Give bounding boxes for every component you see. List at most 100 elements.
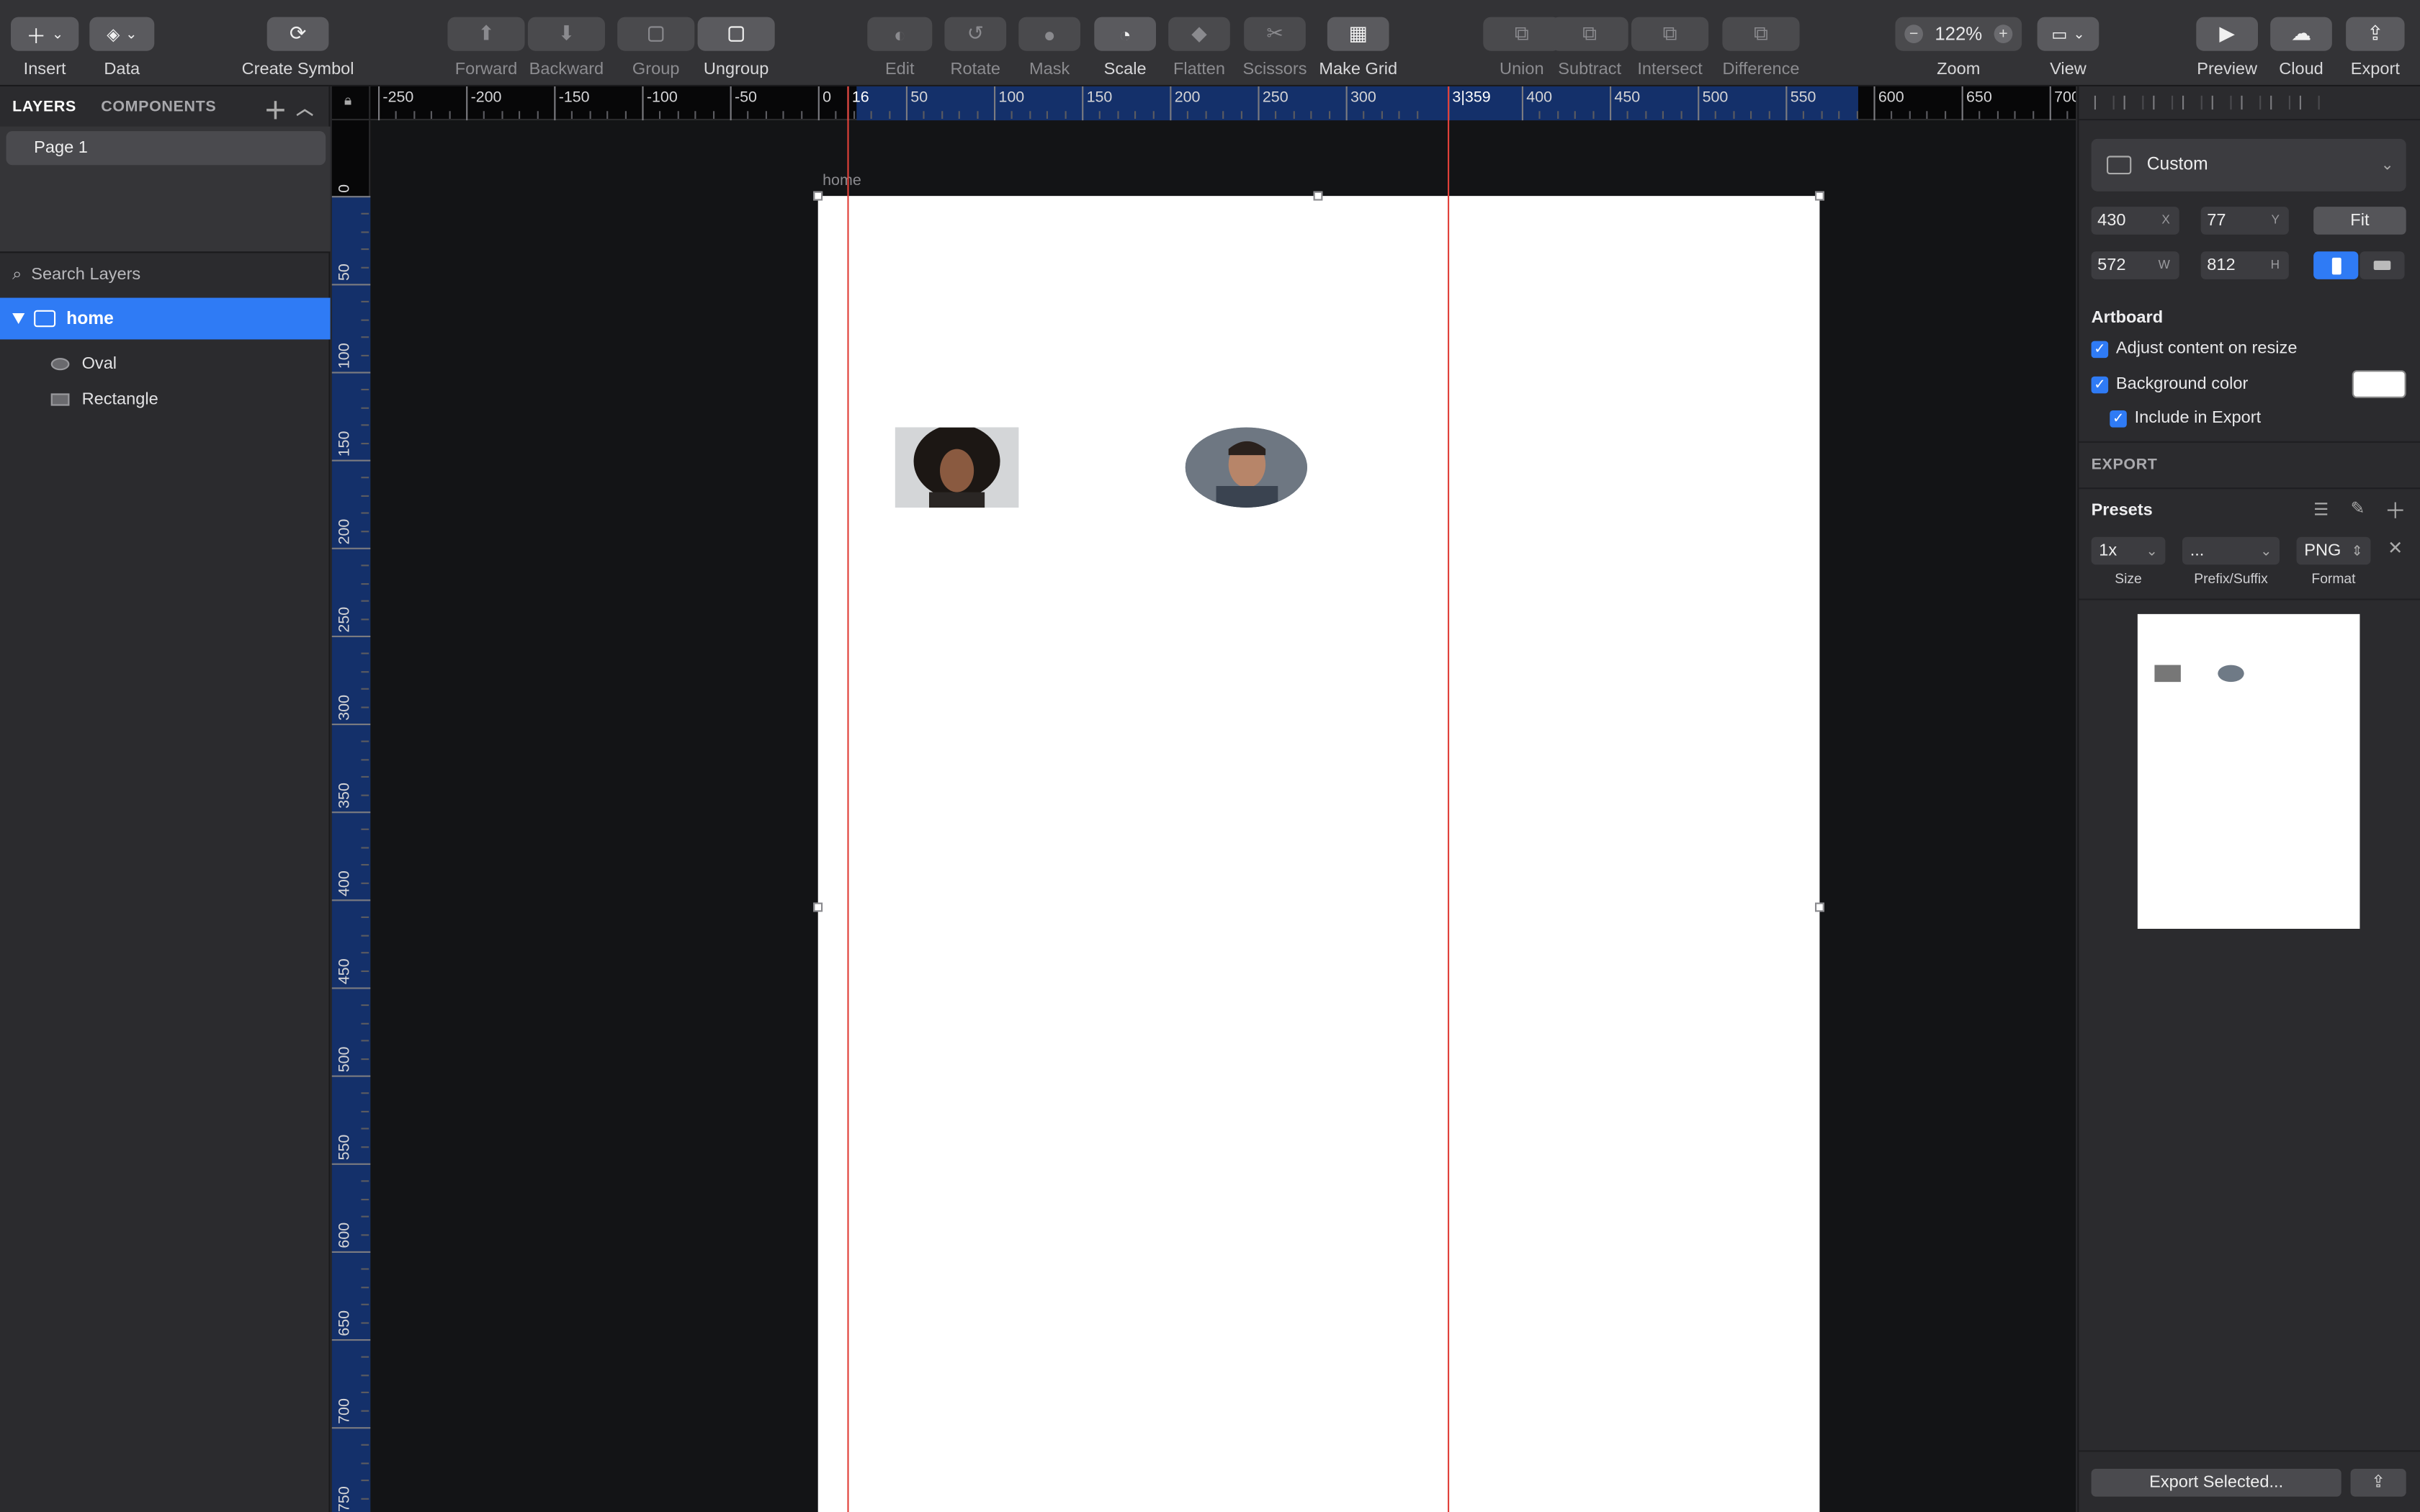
- layer-oval[interactable]: Oval: [0, 347, 331, 381]
- background-color-option[interactable]: ✓ Background color: [2091, 375, 2248, 393]
- height-field[interactable]: 812 H: [2200, 251, 2289, 279]
- portrait-orientation-button[interactable]: [2313, 251, 2359, 279]
- align-middle-icon[interactable]: [2241, 95, 2262, 110]
- resize-handle[interactable]: [813, 191, 823, 201]
- artboard-title[interactable]: home: [823, 173, 861, 190]
- export-prefix-select[interactable]: ... ⌄: [2182, 536, 2280, 565]
- intersect-button[interactable]: ⧉: [1631, 17, 1709, 51]
- difference-button[interactable]: ⧉: [1722, 17, 1800, 51]
- add-page-icon[interactable]: ＋: [264, 94, 287, 127]
- resize-handle[interactable]: [1815, 902, 1824, 912]
- distribute-vertical-icon[interactable]: [2299, 95, 2320, 110]
- group-button[interactable]: [617, 17, 695, 51]
- scissors-button[interactable]: ✂: [1244, 17, 1306, 51]
- rotate-tool[interactable]: ↺ Rotate: [943, 0, 1008, 86]
- subtract-button[interactable]: ⧉: [1551, 17, 1628, 51]
- background-color-swatch[interactable]: [2352, 370, 2406, 398]
- distribute-horizontal-icon[interactable]: [2123, 95, 2144, 110]
- preview-tool[interactable]: ▶ Preview: [2195, 0, 2259, 86]
- export-tool[interactable]: ⇪ Export: [2346, 0, 2405, 86]
- export-settings-icon[interactable]: ☰: [2313, 500, 2329, 520]
- guide-line[interactable]: [847, 86, 849, 1512]
- zoom-tool[interactable]: − 122% + Zoom: [1895, 0, 2022, 86]
- data-button[interactable]: ◈ ⌄: [89, 17, 155, 51]
- mask-tool[interactable]: ● Mask: [1017, 0, 1082, 86]
- zoom-out-icon[interactable]: −: [1904, 24, 1923, 43]
- zoom-control[interactable]: − 122% +: [1895, 17, 2022, 51]
- export-size-select[interactable]: 1x ⌄: [2091, 536, 2166, 565]
- add-export-icon[interactable]: ＋: [2385, 495, 2406, 526]
- collapse-pages-icon[interactable]: ︿: [296, 96, 313, 120]
- resize-handle[interactable]: [1313, 191, 1323, 201]
- scissors-tool[interactable]: ✂ Scissors: [1241, 0, 1309, 86]
- insert-button[interactable]: ＋ ⌄: [11, 17, 79, 51]
- layer-artboard-home[interactable]: home: [0, 297, 331, 340]
- backward-button[interactable]: ⬇: [527, 17, 605, 51]
- cloud-button[interactable]: ☁: [2270, 17, 2332, 51]
- flatten-tool[interactable]: ◆ Flatten: [1167, 0, 1232, 86]
- insert-tool[interactable]: ＋ ⌄ Insert: [11, 0, 79, 86]
- view-button[interactable]: ▭ ⌄: [2037, 17, 2099, 51]
- subtract-tool[interactable]: ⧉ Subtract: [1551, 0, 1628, 86]
- backward-tool[interactable]: ⬇ Backward: [527, 0, 605, 86]
- intersect-tool[interactable]: ⧉ Intersect: [1631, 0, 1709, 86]
- remove-export-icon[interactable]: ✕: [2388, 537, 2403, 559]
- layer-rectangle[interactable]: Rectangle: [0, 382, 331, 416]
- disclosure-triangle-icon[interactable]: [12, 313, 25, 324]
- pencil-icon[interactable]: ✎: [2351, 498, 2365, 518]
- cloud-tool[interactable]: ☁ Cloud: [2270, 0, 2332, 86]
- rectangle-image[interactable]: [895, 427, 1019, 508]
- artboard[interactable]: [817, 196, 1820, 1512]
- align-top-icon[interactable]: [2211, 95, 2232, 110]
- union-button[interactable]: ⧉: [1483, 17, 1561, 51]
- guide-line[interactable]: [1447, 86, 1450, 1512]
- align-left-icon[interactable]: [2094, 95, 2115, 110]
- ungroup-button[interactable]: [697, 17, 775, 51]
- data-tool[interactable]: ◈ ⌄ Data: [89, 0, 155, 86]
- lock-icon[interactable]: 🔒︎: [344, 93, 351, 110]
- checkbox-checked-icon[interactable]: ✓: [2110, 409, 2127, 427]
- forward-tool[interactable]: ⬆ Forward: [447, 0, 525, 86]
- ungroup-tool[interactable]: Ungroup: [697, 0, 775, 86]
- width-field[interactable]: 572 W: [2091, 251, 2179, 279]
- align-right-icon[interactable]: [2182, 95, 2202, 110]
- edit-tool[interactable]: ◐ Edit: [867, 0, 933, 86]
- flatten-button[interactable]: ◆: [1168, 17, 1230, 51]
- tab-layers[interactable]: LAYERS: [12, 98, 76, 115]
- forward-button[interactable]: ⬆: [447, 17, 525, 51]
- artboard-preset-dropdown[interactable]: Custom ⌄: [2091, 138, 2406, 192]
- page-item[interactable]: Page 1: [6, 131, 326, 166]
- align-bottom-icon[interactable]: [2270, 95, 2290, 110]
- search-input[interactable]: Search Layers: [31, 266, 140, 284]
- create-symbol-button[interactable]: ⟳: [266, 17, 329, 51]
- include-in-export-option[interactable]: ✓ Include in Export: [2110, 409, 2261, 428]
- group-tool[interactable]: Group: [617, 0, 695, 86]
- fit-button[interactable]: Fit: [2313, 207, 2406, 235]
- rotate-button[interactable]: ↺: [944, 17, 1007, 51]
- x-field[interactable]: 430 X: [2091, 207, 2179, 235]
- canvas[interactable]: -250 -200 -150 -100 -50 0 50 100 150 200 250 300 400…: [331, 86, 2076, 1512]
- view-tool[interactable]: ▭ ⌄ View: [2037, 0, 2099, 86]
- difference-tool[interactable]: ⧉ Difference: [1722, 0, 1800, 86]
- layer-search[interactable]: ⌕ Search Layers: [12, 259, 140, 290]
- export-format-select[interactable]: PNG ⇕: [2296, 536, 2371, 565]
- resize-handle[interactable]: [1815, 191, 1824, 201]
- edit-button[interactable]: ◐: [867, 17, 933, 51]
- union-tool[interactable]: ⧉ Union: [1483, 0, 1561, 86]
- horizontal-ruler[interactable]: -250 -200 -150 -100 -50 0 50 100 150 200 250 300 400…: [370, 86, 2076, 121]
- zoom-in-icon[interactable]: +: [1994, 24, 2013, 43]
- ruler-corner[interactable]: 🔒︎: [331, 86, 371, 121]
- checkbox-checked-icon[interactable]: ✓: [2091, 375, 2109, 393]
- oval-image[interactable]: [1185, 427, 1307, 508]
- tab-components[interactable]: COMPONENTS: [101, 98, 216, 115]
- vertical-ruler[interactable]: 0 50 100 150 200 250 300 350 400 450 500 550 600 650 7…: [331, 120, 371, 1512]
- adjust-content-option[interactable]: ✓ Adjust content on resize: [2091, 339, 2297, 358]
- y-field[interactable]: 77 Y: [2200, 207, 2289, 235]
- scale-tool[interactable]: ◔ Scale: [1093, 0, 1157, 86]
- preview-button[interactable]: ▶: [2196, 17, 2258, 51]
- export-selected-button[interactable]: Export Selected...: [2091, 1468, 2341, 1497]
- checkbox-checked-icon[interactable]: ✓: [2091, 340, 2109, 358]
- make-grid-button[interactable]: ▦: [1327, 17, 1389, 51]
- align-center-icon[interactable]: [2153, 95, 2174, 110]
- resize-handle[interactable]: [813, 902, 823, 912]
